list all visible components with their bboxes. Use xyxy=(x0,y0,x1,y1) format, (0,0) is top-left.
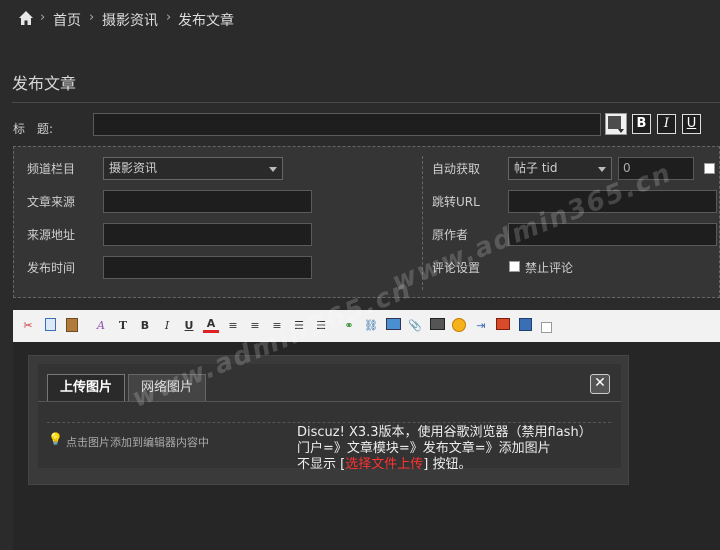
bold-button[interactable]: B xyxy=(632,114,651,134)
note-suffix: ] 按钮。 xyxy=(423,457,472,472)
auto-fetch-type-value: 帖子 tid xyxy=(514,161,558,175)
breadcrumb: › 首页 › 摄影资讯 › 发布文章 xyxy=(0,0,720,38)
underline-icon[interactable]: U xyxy=(181,318,197,334)
insert-video-icon[interactable] xyxy=(429,318,445,334)
underline-button[interactable]: U xyxy=(682,114,701,134)
title-label: 标 题: xyxy=(13,122,54,136)
source-url-label: 来源地址 xyxy=(27,228,76,242)
chevron-down-icon xyxy=(269,167,277,172)
breadcrumb-separator-icon: › xyxy=(40,10,46,25)
version-note-line-1: Discuz! X3.3版本，使用谷歌浏览器（禁用flash） xyxy=(297,425,592,440)
tab-divider xyxy=(38,401,621,402)
color-swatch xyxy=(608,116,621,129)
color-picker-button[interactable] xyxy=(605,113,627,135)
breadcrumb-item-photo-news[interactable]: 摄影资讯 xyxy=(102,10,158,30)
page-title: 发布文章 xyxy=(12,74,77,93)
text-color-icon[interactable]: A xyxy=(203,318,219,333)
align-left-icon[interactable]: ≡ xyxy=(225,318,241,334)
breadcrumb-separator-icon: › xyxy=(89,10,95,25)
redirect-url-label: 跳转URL xyxy=(432,195,480,209)
note-prefix: 不显示 [ xyxy=(297,457,346,472)
auto-fetch-checkbox[interactable] xyxy=(704,163,715,174)
attachment-icon[interactable]: 📎 xyxy=(407,318,423,334)
tab-upload-image[interactable]: 上传图片 xyxy=(47,374,125,401)
source-label: 文章来源 xyxy=(27,195,76,209)
close-icon[interactable]: ✕ xyxy=(590,374,610,394)
bold-icon[interactable]: B xyxy=(137,318,153,334)
source-url-input[interactable] xyxy=(103,223,312,246)
emoticon-icon[interactable] xyxy=(451,318,467,334)
page-break-icon[interactable]: ⇥ xyxy=(473,318,489,334)
font-size-icon[interactable]: T xyxy=(115,318,131,334)
version-note: Discuz! X3.3版本，使用谷歌浏览器（禁用flash） 门户=》文章模块… xyxy=(297,425,617,473)
version-note-line-3: 不显示 [选择文件上传] 按钮。 xyxy=(297,457,617,473)
title-divider xyxy=(12,102,720,103)
title-input[interactable] xyxy=(93,113,601,136)
font-family-icon[interactable]: A xyxy=(93,318,109,334)
column-label: 频道栏目 xyxy=(27,162,76,176)
chevron-down-icon xyxy=(618,129,624,133)
auto-fetch-type-select[interactable]: 帖子 tid xyxy=(508,157,612,180)
chevron-down-icon xyxy=(598,167,606,172)
paste-icon[interactable] xyxy=(64,318,80,334)
home-icon[interactable] xyxy=(18,10,34,26)
publish-time-input[interactable] xyxy=(103,256,312,279)
breadcrumb-item-current: 发布文章 xyxy=(178,13,234,29)
breadcrumb-item-home[interactable]: 首页 xyxy=(53,10,81,30)
column-select-value: 摄影资讯 xyxy=(109,161,158,175)
upload-hint: 点击图片添加到编辑器内容中 xyxy=(66,436,209,449)
italic-button[interactable]: I xyxy=(657,114,676,134)
version-note-line-2: 门户=》文章模块=》发布文章=》添加图片 xyxy=(297,441,551,456)
save-icon[interactable] xyxy=(517,318,533,334)
copy-icon[interactable] xyxy=(42,318,58,334)
publish-time-label: 发布时间 xyxy=(27,261,76,275)
toolbar-checkbox[interactable] xyxy=(541,322,552,333)
disable-comment-checkbox[interactable] xyxy=(509,261,520,272)
disable-comment-label: 禁止评论 xyxy=(525,261,574,275)
column-select[interactable]: 摄影资讯 xyxy=(103,157,283,180)
source-input[interactable] xyxy=(103,190,312,213)
italic-icon[interactable]: I xyxy=(159,318,175,334)
insert-file-icon[interactable] xyxy=(495,318,511,334)
select-file-upload-highlight: 选择文件上传 xyxy=(345,457,424,472)
lightbulb-icon: 💡 xyxy=(48,432,63,446)
breadcrumb-separator-icon: › xyxy=(166,10,172,25)
insert-image-icon[interactable] xyxy=(385,318,401,334)
auto-fetch-label: 自动获取 xyxy=(432,162,481,176)
cut-icon[interactable]: ✂ xyxy=(20,318,36,334)
hint-divider xyxy=(47,422,611,423)
